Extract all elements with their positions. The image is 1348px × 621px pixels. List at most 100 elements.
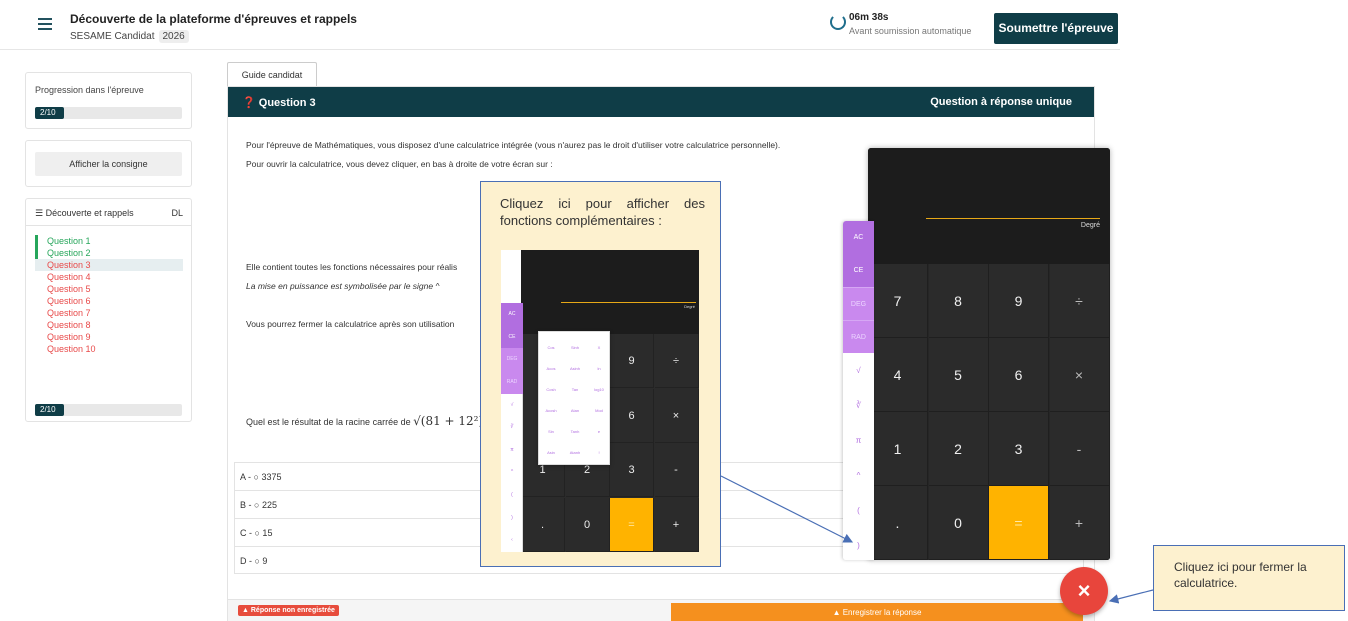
- question-link-2[interactable]: Question 2: [35, 247, 183, 259]
- question-link-8[interactable]: Question 8: [35, 319, 183, 331]
- calc-key[interactable]: 8: [928, 264, 989, 338]
- nav-title: Découverte et rappels: [45, 208, 134, 218]
- mini-display: Degré: [521, 250, 699, 334]
- mini-side-key: π: [510, 446, 514, 453]
- calc-side-key[interactable]: RAD: [843, 320, 874, 353]
- function-key: e: [597, 429, 601, 434]
- menu-icon[interactable]: [38, 18, 52, 30]
- mini-calc-key: ×: [654, 388, 699, 443]
- calc-key[interactable]: 1: [868, 412, 928, 486]
- callout-text: Cliquez ici pour afficher des fonctions …: [500, 196, 705, 228]
- display-line: [926, 218, 1100, 219]
- calc-side-key[interactable]: (: [843, 493, 874, 528]
- progress-bar: 2/10: [35, 107, 182, 119]
- question-link-4[interactable]: Question 4: [35, 271, 183, 283]
- divider: [26, 225, 191, 226]
- calc-key[interactable]: 3: [989, 412, 1049, 486]
- instruction-line-4: La mise en puissance est symbolisée par …: [246, 281, 440, 291]
- calc-side-key[interactable]: ): [843, 528, 874, 560]
- mini-calc-key: 9: [610, 334, 654, 388]
- answer-footer: ▲ Réponse non enregistrée ▲ Enregistrer …: [228, 599, 1094, 621]
- calc-key[interactable]: 5: [928, 338, 989, 412]
- timer-icon: [830, 14, 846, 30]
- close-calculator-button[interactable]: ×: [1060, 567, 1108, 615]
- calc-key[interactable]: .: [868, 486, 928, 560]
- formula-radicand: (81 + 12²): [420, 414, 484, 428]
- subtitle-text: SESAME Candidat: [70, 31, 155, 42]
- progress-label: Progression dans l'épreuve: [35, 85, 144, 95]
- save-answer-button[interactable]: ▲ Enregistrer la réponse: [671, 603, 1083, 621]
- calc-key[interactable]: 7: [868, 264, 928, 338]
- function-key: Cos: [547, 345, 555, 350]
- mini-side-key: √: [510, 401, 514, 408]
- mini-calc-key: =: [610, 497, 654, 552]
- question-title: ❓ Question 3: [242, 96, 316, 109]
- question-link-1[interactable]: Question 1: [35, 235, 183, 247]
- mini-side-key: DEG: [501, 348, 523, 371]
- show-instructions-button[interactable]: Afficher la consigne: [35, 152, 182, 176]
- function-key: Sinh: [570, 345, 579, 350]
- page-title: Découverte de la plateforme d'épreuves e…: [70, 12, 357, 26]
- calc-key[interactable]: +: [1049, 486, 1110, 560]
- calculator-display: Degré: [868, 148, 1110, 264]
- mini-calc-key: ÷: [654, 334, 699, 388]
- calc-side-key[interactable]: ∛: [843, 388, 874, 423]
- timer-label: Avant soumission automatique: [849, 26, 972, 36]
- question-prompt: Quel est le résultat de la racine carrée…: [246, 417, 411, 427]
- mini-side-key: (: [511, 492, 513, 498]
- calc-key[interactable]: 6: [989, 338, 1049, 412]
- question-header: ❓ Question 3 Question à réponse unique: [228, 87, 1094, 117]
- question-link-10[interactable]: Question 10: [35, 343, 183, 355]
- question-text: Quel est le résultat de la racine carrée…: [246, 414, 483, 428]
- mini-calc-key: +: [654, 497, 699, 552]
- calc-side-key[interactable]: DEG: [843, 287, 874, 320]
- progress-panel: Progression dans l'épreuve 2/10: [25, 72, 192, 129]
- submit-exam-button[interactable]: Soumettre l'épreuve: [994, 13, 1118, 44]
- function-key: Tan: [571, 387, 579, 392]
- mini-calc-key: .: [521, 497, 565, 552]
- mini-calculator: Degré 9 ÷ 6 × 1 2 3-. 0 = + AC CE DEG RAD √ ∛ π ^() ‹ Cos…: [501, 250, 699, 552]
- mini-angle-mode: Degré: [684, 304, 695, 309]
- calculator-sidebar: ACCEDEGRAD√∛π^()›: [843, 221, 874, 560]
- angle-mode: Degré: [1080, 222, 1100, 229]
- calc-key[interactable]: =: [989, 486, 1049, 560]
- function-key: Acos: [546, 366, 556, 371]
- tab-guide-candidat[interactable]: Guide candidat: [227, 62, 317, 86]
- question-link-3[interactable]: Question 3: [35, 259, 183, 271]
- calculator: Degré 7 8 9 ÷ 4 5 6 × 1 2 3-. 0 = +: [868, 148, 1110, 560]
- calc-side-key[interactable]: CE: [843, 254, 874, 287]
- mini-calc-key: 3: [610, 443, 654, 497]
- function-key: Cosh: [546, 387, 556, 392]
- year-badge: 2026: [158, 30, 189, 43]
- page-subtitle: SESAME Candidat 2026: [70, 30, 189, 43]
- formula: √(81 + 12²): [413, 414, 484, 428]
- consigne-panel: Afficher la consigne: [25, 140, 192, 187]
- function-key: Acosh: [545, 408, 557, 413]
- mini-side-key: ∛: [510, 424, 514, 431]
- mini-calc-key: 0: [565, 497, 610, 552]
- mini-side-key: ): [511, 514, 513, 521]
- question-link-6[interactable]: Question 6: [35, 295, 183, 307]
- callout-functions: Cliquez ici pour afficher des fonctions …: [480, 181, 721, 567]
- calc-side-key[interactable]: π: [843, 423, 874, 458]
- question-link-7[interactable]: Question 7: [35, 307, 183, 319]
- calc-key[interactable]: 0: [928, 486, 989, 560]
- function-key: Atan: [570, 408, 580, 413]
- instruction-line-2: Pour ouvrir la calculatrice, vous devez …: [246, 159, 553, 169]
- instruction-line-5: Vous pourrez fermer la calculatrice aprè…: [246, 319, 455, 329]
- calc-key[interactable]: ×: [1049, 338, 1110, 412]
- calc-key[interactable]: ÷: [1049, 264, 1110, 338]
- question-link-5[interactable]: Question 5: [35, 283, 183, 295]
- calc-key[interactable]: 2: [928, 412, 989, 486]
- nav-header[interactable]: ☰ Découverte et rappels DL: [35, 208, 183, 219]
- question-link-9[interactable]: Question 9: [35, 331, 183, 343]
- calc-side-key[interactable]: AC: [843, 221, 874, 254]
- nav-badge: DL: [171, 208, 183, 218]
- function-key: Atanh: [569, 450, 581, 455]
- calc-side-key[interactable]: ^: [843, 458, 874, 493]
- calc-key[interactable]: 4: [868, 338, 928, 412]
- calc-key[interactable]: -: [1049, 412, 1110, 486]
- calc-key[interactable]: 9: [989, 264, 1049, 338]
- list-icon: ☰: [35, 208, 46, 218]
- calc-side-key[interactable]: √: [843, 353, 874, 388]
